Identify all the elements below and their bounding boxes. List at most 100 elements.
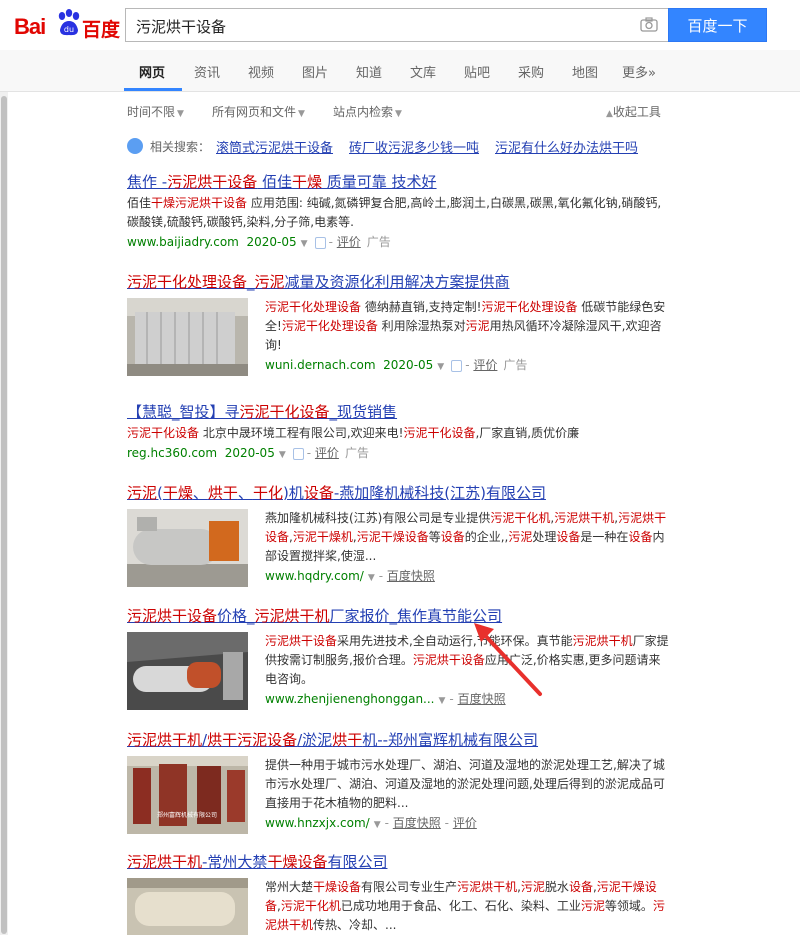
active-tab-indicator	[124, 88, 182, 91]
result-title[interactable]: 焦作 -污泥烘干设备 佰佳干燥 质量可靠 技术好	[127, 172, 672, 192]
snapshot-link[interactable]: 百度快照	[387, 569, 435, 583]
scrollbar-thumb[interactable]	[1, 96, 7, 934]
time-filter-label: 时间不限	[127, 105, 176, 119]
chevron-down-icon: ▼	[298, 109, 305, 119]
result-date: 2020-05	[246, 235, 297, 249]
verified-icon[interactable]	[314, 236, 326, 249]
result-date: 2020-05	[224, 446, 275, 460]
result-abstract: 提供一种用于城市污水处理厂、湖泊、河道及湿地的淤泥处理工艺,解决了城市污水处理厂…	[265, 758, 665, 810]
paw-icon	[127, 138, 143, 154]
result-meta: www.zhenjienenghonggan... ▼ - 百度快照	[265, 692, 506, 706]
result-abstract: 污泥干化处理设备 德纳赫直销,支持定制!污泥干化处理设备 低碳节能绿色安全!污泥…	[265, 300, 666, 352]
ad-label: 广告	[366, 235, 391, 249]
related-link[interactable]: 污泥有什么好办法烘干吗	[495, 137, 638, 156]
tab-zhidao[interactable]: 知道	[356, 62, 382, 81]
result-thumbnail[interactable]	[127, 509, 248, 587]
result-url[interactable]: www.hqdry.com/	[265, 569, 364, 583]
result-meta: wuni.dernach.com 2020-05 ▼ - 评价 广告	[265, 358, 528, 372]
logo-text: Bai	[14, 14, 46, 39]
result-title-text: 污泥干化处理设备_污泥减量及资源化利用解决方案提供商	[127, 273, 510, 291]
tab-wenku[interactable]: 文库	[410, 62, 436, 81]
tab-images[interactable]: 图片	[302, 62, 328, 81]
result-date: 2020-05	[383, 358, 434, 372]
result-url[interactable]: wuni.dernach.com	[265, 358, 376, 372]
result-thumbnail[interactable]	[127, 298, 248, 376]
review-link[interactable]: 评价	[337, 235, 361, 249]
result-title[interactable]: 污泥烘干机-常州大禁干燥设备有限公司	[127, 852, 672, 872]
search-button[interactable]: 百度一下	[668, 8, 767, 42]
result-meta: www.hnzxjx.com/▼ - 百度快照 - 评价	[265, 816, 477, 830]
search-query: 污泥烘干设备	[136, 18, 227, 36]
snapshot-link[interactable]: 百度快照	[458, 692, 506, 706]
result-title-text: 污泥烘干设备价格_污泥烘干机厂家报价_焦作真节能公司	[127, 607, 503, 625]
result-body: 常州大楚干燥设备有限公司专业生产污泥烘干机,污泥脱水设备,污泥干燥设备,污泥干化…	[265, 878, 670, 935]
logo-cn: 百度	[82, 19, 121, 41]
result-title-text: 焦作 -污泥烘干设备 佰佳干燥 质量可靠 技术好	[127, 173, 437, 191]
result-url[interactable]: www.zhenjienenghonggan...	[265, 692, 435, 706]
result-url[interactable]: reg.hc360.com	[127, 446, 217, 460]
result-url[interactable]: www.hnzxjx.com/	[265, 816, 370, 830]
tab-web[interactable]: 网页	[139, 62, 165, 81]
type-filter[interactable]: 所有网页和文件 ▼	[212, 103, 305, 120]
paw-icon: du	[58, 9, 80, 36]
tab-tieba[interactable]: 贴吧	[464, 62, 490, 81]
result-abstract: 污泥干化设备 北京中晟环境工程有限公司,欢迎来电!污泥干化设备,厂家直销,质优价…	[127, 426, 580, 440]
verified-icon[interactable]	[292, 447, 304, 460]
search-input[interactable]: 污泥烘干设备	[125, 8, 668, 42]
related-link[interactable]: 砖厂收污泥多少钱一吨	[349, 137, 479, 156]
result-title[interactable]: 污泥烘干设备价格_污泥烘干机厂家报价_焦作真节能公司	[127, 606, 672, 626]
tab-news[interactable]: 资讯	[194, 62, 220, 81]
search-result: 污泥烘干机-常州大禁干燥设备有限公司 常州大楚干燥设备有限公司专业生产污泥烘干机…	[127, 852, 672, 935]
search-tools: 时间不限 ▼ 所有网页和文件 ▼ 站点内检索 ▼ ▲收起工具	[0, 100, 800, 122]
thumbnail-caption: 郑州富辉机械有限公司	[157, 811, 217, 819]
tab-more[interactable]: 更多»	[622, 62, 656, 81]
chevron-down-icon[interactable]: ▼	[439, 696, 446, 706]
ad-label: 广告	[503, 358, 528, 372]
result-title-text: 污泥(干燥、烘干、干化)机设备-燕加隆机械科技(江苏)有限公司	[127, 484, 546, 502]
search-result: 污泥干化处理设备_污泥减量及资源化利用解决方案提供商 污泥干化处理设备 德纳赫直…	[127, 272, 672, 376]
baidu-logo[interactable]: Bai du 百度	[14, 8, 120, 42]
result-body: 提供一种用于城市污水处理厂、湖泊、河道及湿地的淤泥处理工艺,解决了城市污水处理厂…	[265, 756, 670, 835]
logo-paw-text: du	[64, 25, 74, 34]
result-thumbnail[interactable]: 郑州富辉机械有限公司	[127, 756, 248, 834]
chevron-down-icon[interactable]: ▼	[374, 820, 381, 830]
result-title[interactable]: 污泥(干燥、烘干、干化)机设备-燕加隆机械科技(江苏)有限公司	[127, 483, 672, 503]
result-abstract: 佰佳干燥污泥烘干设备 应用范围: 纯碱,氮磷钾复合肥,高岭土,膨润土,白碳黑,碳…	[127, 196, 662, 229]
verified-icon[interactable]	[451, 359, 463, 372]
collapse-tools[interactable]: ▲收起工具	[604, 103, 661, 120]
result-meta: www.baijiadry.com 2020-05 ▼ - 评价 广告	[127, 235, 391, 249]
tab-caigou[interactable]: 采购	[518, 62, 544, 81]
search-result: 焦作 -污泥烘干设备 佰佳干燥 质量可靠 技术好 佰佳干燥污泥烘干设备 应用范围…	[127, 172, 672, 254]
tab-map[interactable]: 地图	[572, 62, 598, 81]
collapse-tools-label: 收起工具	[612, 105, 661, 119]
result-thumbnail[interactable]	[127, 632, 248, 710]
result-thumbnail[interactable]	[127, 878, 248, 935]
related-link[interactable]: 滚筒式污泥烘干设备	[216, 137, 333, 156]
chevron-down-icon: ▼	[177, 109, 184, 119]
site-filter[interactable]: 站点内检索 ▼	[333, 103, 402, 120]
chevron-down-icon[interactable]: ▼	[368, 573, 375, 583]
snapshot-link[interactable]: 百度快照	[393, 816, 441, 830]
top-bar: Bai du 百度 污泥烘干设备 百度一下	[0, 0, 800, 50]
camera-icon[interactable]	[640, 17, 658, 32]
scrollbar[interactable]	[0, 0, 8, 935]
ad-label: 广告	[344, 446, 369, 460]
chevron-down-icon[interactable]: ▼	[301, 239, 308, 249]
result-url[interactable]: www.baijiadry.com	[127, 235, 239, 249]
type-filter-label: 所有网页和文件	[212, 105, 297, 119]
review-link[interactable]: 评价	[473, 358, 497, 372]
result-title-text: 污泥烘干机/烘干污泥设备/淤泥烘干机--郑州富辉机械有限公司	[127, 731, 539, 749]
result-title[interactable]: 污泥干化处理设备_污泥减量及资源化利用解决方案提供商	[127, 272, 672, 292]
result-title[interactable]: 污泥烘干机/烘干污泥设备/淤泥烘干机--郑州富辉机械有限公司	[127, 730, 672, 750]
chevron-down-icon[interactable]: ▼	[437, 362, 444, 372]
review-link[interactable]: 评价	[315, 446, 339, 460]
tab-video[interactable]: 视频	[248, 62, 274, 81]
chevron-up-icon: ▲	[606, 109, 613, 119]
time-filter[interactable]: 时间不限 ▼	[127, 103, 184, 120]
chevron-down-icon[interactable]: ▼	[279, 450, 286, 460]
result-abstract: 污泥烘干设备采用先进技术,全自动运行,节能环保。真节能污泥烘干机厂家提供按需订制…	[265, 634, 669, 686]
site-filter-label: 站点内检索	[333, 105, 394, 119]
review-link[interactable]: 评价	[453, 816, 477, 830]
result-title[interactable]: 【慧聪_智投】寻污泥干化设备_现货销售	[127, 402, 672, 422]
result-title-text: 污泥烘干机-常州大禁干燥设备有限公司	[127, 853, 388, 871]
